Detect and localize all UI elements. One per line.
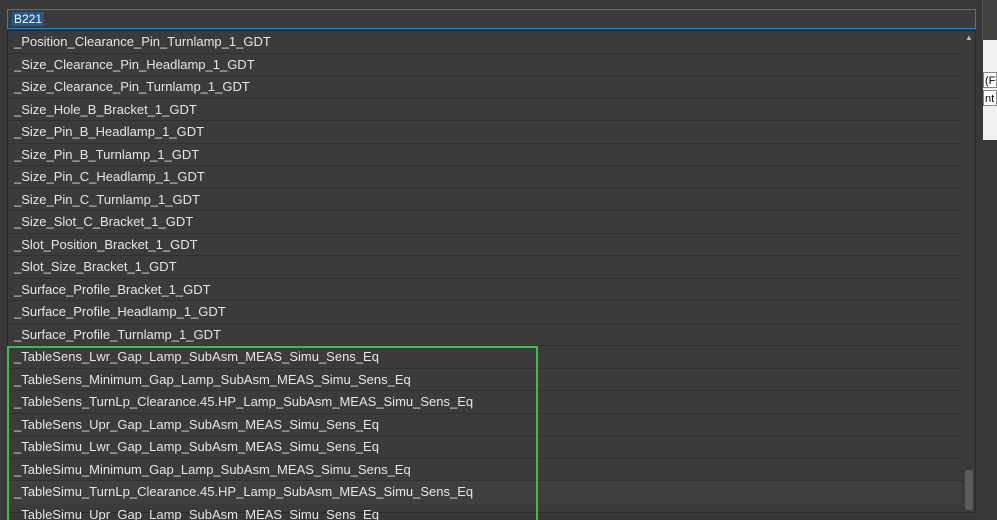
- list-item[interactable]: _Size_Hole_B_Bracket_1_GDT: [8, 99, 963, 122]
- list-item[interactable]: _Size_Clearance_Pin_Turnlamp_1_GDT: [8, 76, 963, 99]
- search-input-value: B221: [12, 12, 44, 26]
- list-item[interactable]: _TableSens_Upr_Gap_Lamp_SubAsm_MEAS_Simu…: [8, 414, 963, 437]
- list-item[interactable]: _TableSens_TurnLp_Clearance.45.HP_Lamp_S…: [8, 391, 963, 414]
- list-item[interactable]: _Position_Clearance_Pin_Turnlamp_1_GDT: [8, 31, 963, 54]
- right-panel-fragment-text-1: (Fe: [983, 72, 997, 88]
- list-item[interactable]: _Size_Pin_B_Turnlamp_1_GDT: [8, 144, 963, 167]
- search-input[interactable]: B221: [7, 9, 976, 29]
- list-item[interactable]: _Size_Slot_C_Bracket_1_GDT: [8, 211, 963, 234]
- list-item[interactable]: _TableSimu_Upr_Gap_Lamp_SubAsm_MEAS_Simu…: [8, 504, 963, 520]
- list-item[interactable]: _Size_Pin_C_Turnlamp_1_GDT: [8, 189, 963, 212]
- list-item[interactable]: _Slot_Size_Bracket_1_GDT: [8, 256, 963, 279]
- list-item[interactable]: _Surface_Profile_Turnlamp_1_GDT: [8, 324, 963, 347]
- app-stage: (Fe nt B221 _Position_Clearance_Pin_Turn…: [0, 0, 997, 520]
- dropdown-group-2: _TableSens_Lwr_Gap_Lamp_SubAsm_MEAS_Simu…: [8, 346, 963, 520]
- list-item[interactable]: _TableSens_Lwr_Gap_Lamp_SubAsm_MEAS_Simu…: [8, 346, 963, 369]
- scrollbar-thumb[interactable]: [965, 470, 973, 510]
- list-item[interactable]: _Surface_Profile_Headlamp_1_GDT: [8, 301, 963, 324]
- list-item[interactable]: _TableSimu_Lwr_Gap_Lamp_SubAsm_MEAS_Simu…: [8, 436, 963, 459]
- scroll-up-arrow-icon[interactable]: ▲: [963, 31, 975, 43]
- list-item[interactable]: _Size_Pin_C_Headlamp_1_GDT: [8, 166, 963, 189]
- list-item[interactable]: _Slot_Position_Bracket_1_GDT: [8, 234, 963, 257]
- dropdown-list: _Position_Clearance_Pin_Turnlamp_1_GDT_S…: [8, 31, 963, 512]
- list-item[interactable]: _TableSimu_TurnLp_Clearance.45.HP_Lamp_S…: [8, 481, 963, 504]
- list-item[interactable]: _Surface_Profile_Bracket_1_GDT: [8, 279, 963, 302]
- list-item[interactable]: _Size_Pin_B_Headlamp_1_GDT: [8, 121, 963, 144]
- list-item[interactable]: _TableSens_Minimum_Gap_Lamp_SubAsm_MEAS_…: [8, 369, 963, 392]
- dropdown-group-1: _Position_Clearance_Pin_Turnlamp_1_GDT_S…: [8, 31, 963, 346]
- right-panel-fragment-top: [982, 0, 997, 40]
- dropdown-scrollbar[interactable]: ▲: [963, 31, 975, 512]
- list-item[interactable]: _Size_Clearance_Pin_Headlamp_1_GDT: [8, 54, 963, 77]
- right-panel-fragment-text-2: nt: [983, 90, 997, 106]
- dropdown-group-2-wrap: _TableSens_Lwr_Gap_Lamp_SubAsm_MEAS_Simu…: [8, 346, 963, 520]
- autocomplete-dropdown: _Position_Clearance_Pin_Turnlamp_1_GDT_S…: [7, 30, 976, 513]
- list-item[interactable]: _TableSimu_Minimum_Gap_Lamp_SubAsm_MEAS_…: [8, 459, 963, 482]
